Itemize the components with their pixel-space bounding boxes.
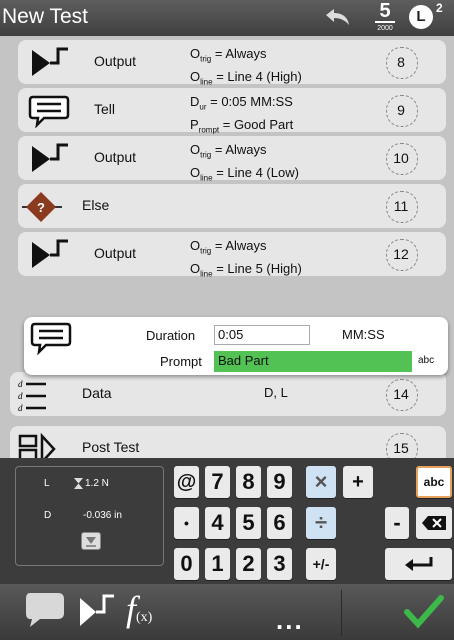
svg-text:d: d [18, 403, 23, 412]
step-label: Output [94, 53, 137, 69]
step-number: 11 [386, 191, 418, 223]
tell-tool-icon[interactable] [24, 591, 66, 629]
divide-key[interactable]: ÷ [306, 507, 336, 539]
data-icon: ddd [18, 379, 46, 412]
step-tell-9[interactable]: Tell Dur = 0:05 MM:SS Prompt = Good Part… [18, 88, 446, 134]
checkmark-icon[interactable] [404, 594, 444, 630]
key-7[interactable]: 7 [205, 466, 230, 498]
output-icon [32, 239, 68, 268]
output-icon [32, 143, 68, 172]
key-4[interactable]: 4 [205, 507, 230, 539]
zero-button[interactable] [81, 532, 101, 550]
key-5[interactable]: 5 [236, 507, 261, 539]
plus-key[interactable]: + [343, 466, 373, 498]
keyboard-toggle[interactable]: abc [418, 355, 434, 366]
backspace-icon [422, 516, 446, 530]
step-value: D, L [264, 385, 288, 400]
step-number: 12 [386, 239, 418, 271]
step-data-14[interactable]: ddd Data D, L 14 [10, 372, 446, 416]
output-tool-icon[interactable] [78, 592, 118, 628]
step-number: 15 [386, 433, 418, 458]
more-button[interactable]: ... [276, 605, 304, 636]
step-params: Otrig = Always Oline = Line 4 (Low) [190, 142, 299, 183]
step-params: Otrig = Always Oline = Line 4 (High) [190, 46, 302, 87]
step-output-10[interactable]: Output Otrig = Always Oline = Line 4 (Lo… [18, 136, 446, 182]
step-post-test-15[interactable]: Post Test 15 [10, 426, 446, 458]
test-step-list[interactable]: Output Otrig = Always Oline = Line 4 (Hi… [0, 36, 454, 458]
svg-text:d: d [18, 391, 23, 401]
duration-label: Duration [146, 328, 196, 343]
step-label: Tell [94, 101, 116, 117]
distance-value: -0.036 in [83, 510, 122, 521]
speech-bubble-icon [30, 322, 72, 355]
prompt-label: Prompt [160, 354, 202, 369]
live-readout-panel: L 1.2 N D -0.036 in [15, 466, 164, 566]
plus-minus-key[interactable]: +/- [306, 548, 336, 580]
key-6[interactable]: 6 [267, 507, 292, 539]
step-label: Else [82, 197, 110, 213]
post-test-icon [18, 432, 56, 458]
undo-icon[interactable] [322, 5, 352, 29]
at-key[interactable]: @ [174, 466, 199, 498]
step-number: 14 [386, 379, 418, 411]
load-value: 1.2 N [85, 478, 109, 489]
svg-text:d: d [18, 379, 23, 389]
step-number: 8 [386, 47, 418, 79]
key-2[interactable]: 2 [236, 548, 261, 580]
key-1[interactable]: 1 [205, 548, 230, 580]
step-output-12[interactable]: Output Otrig = Always Oline = Line 5 (Hi… [18, 232, 446, 278]
bottom-toolbar [0, 584, 454, 640]
function-tool-sub: (x) [136, 610, 153, 625]
step-params: Otrig = Always Oline = Line 5 (High) [190, 238, 302, 279]
step-label: Output [94, 245, 137, 261]
speech-bubble-icon [28, 95, 70, 128]
svg-text:?: ? [37, 200, 45, 215]
speed-sub: 2000 [377, 25, 393, 32]
distance-label: D [44, 510, 52, 521]
hourglass-icon [74, 478, 83, 489]
step-label: Data [82, 385, 112, 401]
speed-value: 5 [379, 0, 391, 22]
backspace-key[interactable] [416, 507, 452, 539]
load-badge-sup: 2 [436, 1, 443, 15]
minus-key[interactable]: - [385, 507, 409, 539]
zero-icon [86, 537, 96, 547]
load-label: L [44, 478, 50, 489]
key-9[interactable]: 9 [267, 466, 292, 498]
page-title: New Test [2, 5, 88, 28]
prompt-field[interactable]: Bad Part [214, 351, 412, 372]
tell-editor-popup[interactable]: Duration 0:05 MM:SS Prompt Bad Part abc [24, 317, 448, 375]
key-8[interactable]: 8 [236, 466, 261, 498]
step-number: 9 [386, 95, 418, 127]
speed-indicator[interactable]: 5 2000 [370, 0, 400, 34]
enter-key[interactable] [385, 548, 452, 580]
step-output-8[interactable]: Output Otrig = Always Oline = Line 4 (Hi… [18, 40, 446, 86]
function-tool[interactable]: f(x) [126, 588, 152, 630]
step-params: Dur = 0:05 MM:SS Prompt = Good Part [190, 94, 294, 135]
function-tool-label: f [126, 589, 137, 629]
duration-unit: MM:SS [342, 327, 385, 342]
step-number: 10 [386, 143, 418, 175]
abc-key[interactable]: abc [416, 466, 452, 498]
duration-field[interactable]: 0:05 [214, 325, 310, 345]
load-badge[interactable]: L [409, 5, 433, 29]
multiply-key[interactable]: × [306, 466, 336, 498]
step-label: Post Test [82, 439, 140, 455]
decision-icon: ? [22, 192, 62, 222]
output-icon [32, 47, 68, 76]
step-label: Output [94, 149, 137, 165]
title-bar: New Test 5 2000 L 2 [0, 0, 454, 36]
enter-icon [405, 557, 433, 571]
step-else-11[interactable]: ? Else 11 [18, 184, 446, 228]
key-3[interactable]: 3 [267, 548, 292, 580]
key-0[interactable]: 0 [174, 548, 199, 580]
decimal-key[interactable]: • [174, 507, 199, 539]
